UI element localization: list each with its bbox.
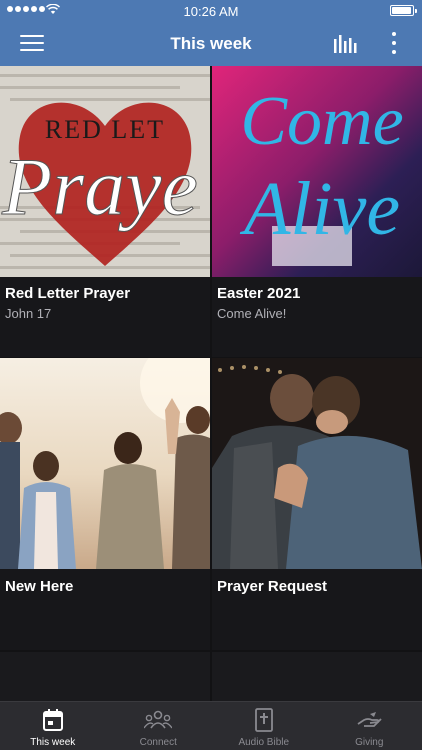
card-partial-right[interactable] <box>212 652 422 701</box>
card-easter-2021[interactable]: Come Alive Easter 2021 Come Alive! <box>212 66 422 357</box>
audio-bars-icon[interactable] <box>332 33 358 55</box>
prayer-request-photo <box>212 358 422 569</box>
card-partial-left[interactable] <box>0 652 210 701</box>
card-prayer-request[interactable]: Prayer Request <box>212 358 422 650</box>
calendar-icon <box>42 709 63 731</box>
artwork-heading-text: RED LET <box>45 115 165 144</box>
tab-label: Connect <box>139 737 177 748</box>
new-here-photo <box>0 358 210 569</box>
card-title: Red Letter Prayer <box>5 285 131 302</box>
status-time: 10:26 AM <box>183 4 239 19</box>
tab-audio-bible[interactable]: Audio Bible <box>211 702 317 750</box>
artwork-text-come: Come <box>240 83 403 160</box>
card-title: New Here <box>5 578 74 595</box>
red-letter-prayer-artwork: RED LET Praye <box>0 66 210 277</box>
card-subtitle: Come Alive! <box>217 306 287 321</box>
bible-icon <box>254 708 273 732</box>
more-options-icon[interactable] <box>390 32 398 56</box>
artwork-text-alive: Alive <box>239 167 400 251</box>
easter-come-alive-artwork: Come Alive <box>212 66 422 277</box>
tab-giving[interactable]: Giving <box>317 702 422 750</box>
tab-label: This week <box>30 737 76 748</box>
battery-icon <box>390 5 417 16</box>
tab-this-week[interactable]: This week <box>0 702 106 750</box>
card-red-letter-prayer[interactable]: RED LET Praye Red Letter Prayer John 17 <box>0 66 210 357</box>
tab-label: Giving <box>355 737 384 748</box>
status-bar: 10:26 AM <box>0 0 422 22</box>
page-title: This week <box>170 34 252 53</box>
tab-connect[interactable]: Connect <box>106 702 212 750</box>
content-grid: RED LET Praye Red Letter Prayer John 17 <box>0 66 422 701</box>
giving-hand-icon <box>357 712 382 727</box>
group-icon <box>144 710 173 729</box>
tab-bar: This week Connect Audio Bible Giving <box>0 701 422 750</box>
artwork-script-text: Praye <box>1 141 198 232</box>
tab-label: Audio Bible <box>238 737 290 748</box>
card-title: Prayer Request <box>217 578 328 595</box>
nav-bar: This week <box>0 22 422 66</box>
card-subtitle: John 17 <box>5 306 52 321</box>
card-title: Easter 2021 <box>217 285 301 302</box>
card-new-here[interactable]: New Here <box>0 358 210 650</box>
